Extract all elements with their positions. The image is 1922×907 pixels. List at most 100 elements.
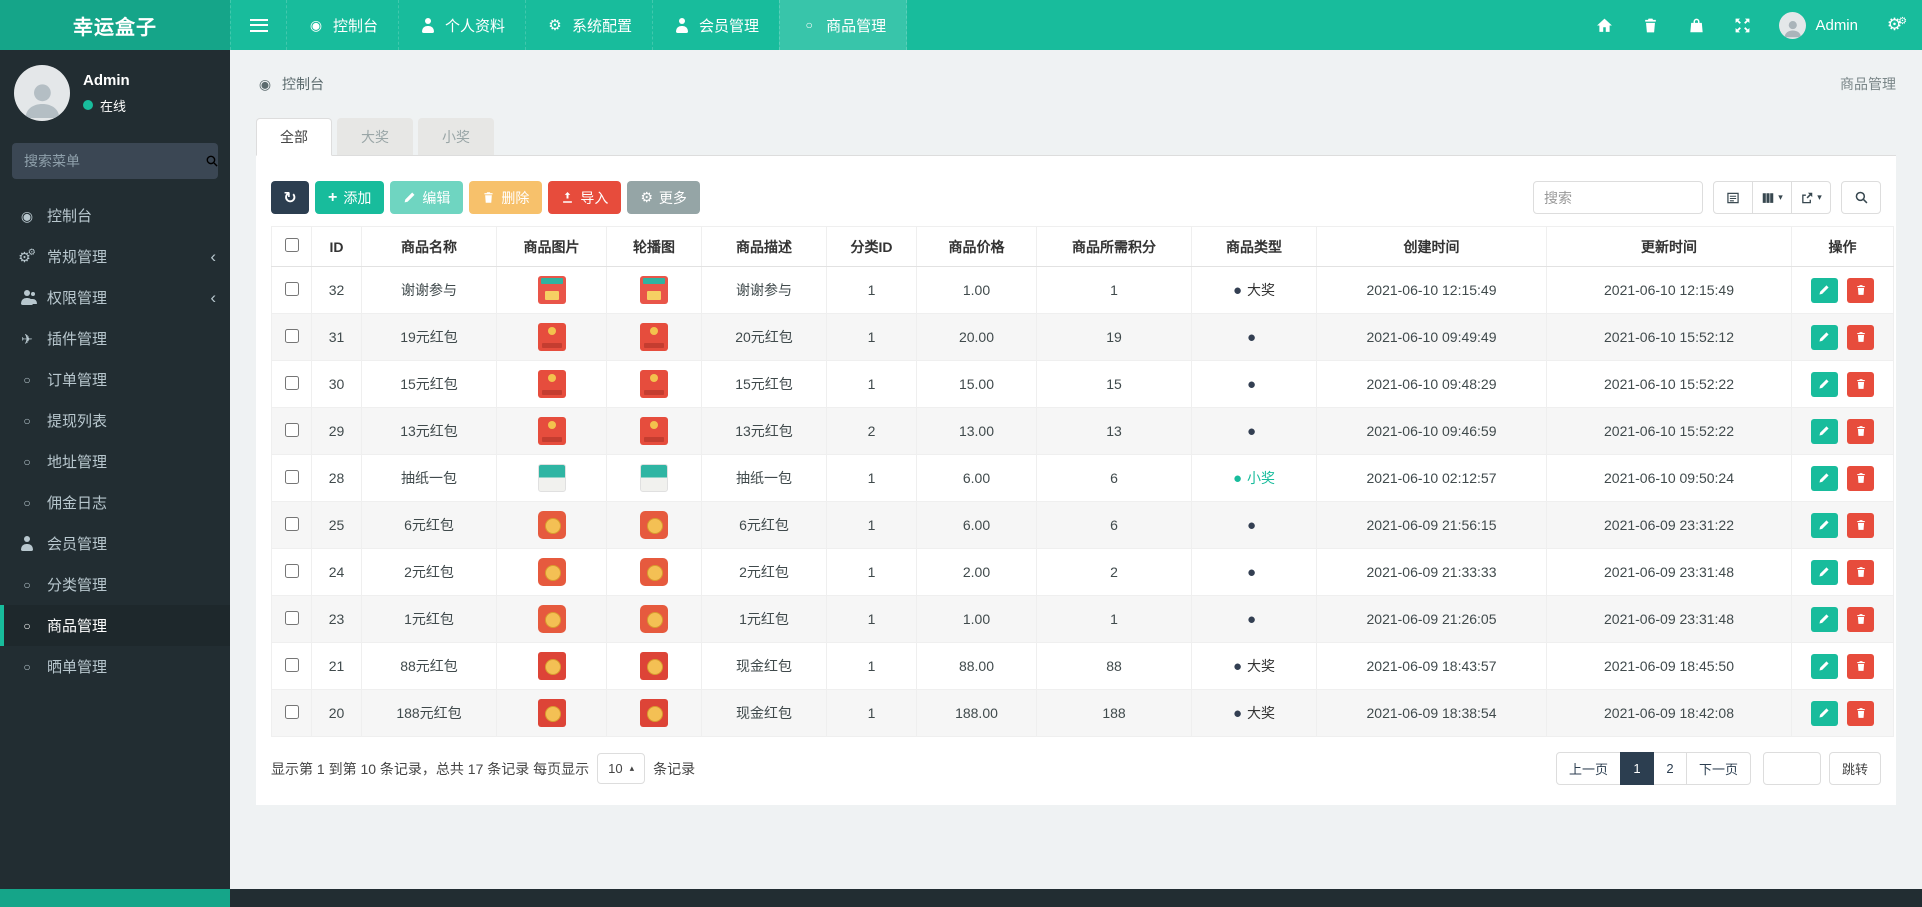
home-icon-button[interactable] bbox=[1581, 0, 1627, 50]
row-checkbox[interactable] bbox=[284, 610, 299, 625]
page-number-button[interactable]: 1 bbox=[1619, 752, 1654, 785]
page-number-button[interactable]: 2 bbox=[1652, 752, 1687, 785]
breadcrumb[interactable]: 控制台 bbox=[256, 74, 324, 94]
edit-button-toolbar[interactable]: 编辑 bbox=[390, 181, 464, 214]
edit-button[interactable] bbox=[1810, 653, 1838, 679]
topnav-item[interactable]: 系统配置 bbox=[525, 0, 652, 50]
edit-button[interactable] bbox=[1810, 559, 1838, 585]
row-checkbox[interactable] bbox=[284, 657, 299, 672]
edit-button[interactable] bbox=[1810, 465, 1838, 491]
search-submit-button[interactable] bbox=[1841, 181, 1881, 214]
sidebar-item[interactable]: 佣金日志 ‹ bbox=[0, 482, 230, 523]
row-checkbox[interactable] bbox=[284, 281, 299, 296]
delete-button[interactable] bbox=[1847, 418, 1875, 444]
settings-icon[interactable] bbox=[1872, 0, 1922, 50]
edit-button[interactable] bbox=[1810, 512, 1838, 538]
columns-button[interactable]: ▾ bbox=[1752, 181, 1792, 214]
page-size-select[interactable]: 10 ▴ bbox=[597, 753, 646, 784]
row-checkbox[interactable] bbox=[284, 375, 299, 390]
edit-button[interactable] bbox=[1810, 324, 1838, 350]
product-image-thumbnail[interactable] bbox=[537, 417, 566, 445]
shop-icon-button[interactable] bbox=[1673, 0, 1719, 50]
product-image-thumbnail[interactable] bbox=[537, 276, 566, 304]
tab[interactable]: 大奖 bbox=[337, 118, 413, 155]
row-checkbox[interactable] bbox=[284, 704, 299, 719]
carousel-image-thumbnail[interactable] bbox=[640, 323, 668, 351]
table-search-input[interactable] bbox=[1533, 181, 1703, 214]
product-image-thumbnail[interactable] bbox=[537, 464, 566, 492]
sidebar-item[interactable]: 权限管理 ‹ bbox=[0, 277, 230, 318]
carousel-image-thumbnail[interactable] bbox=[640, 605, 668, 633]
next-page-button[interactable]: 下一页 bbox=[1685, 752, 1751, 785]
select-all-checkbox[interactable] bbox=[284, 238, 299, 252]
topnav-item[interactable]: 控制台 bbox=[286, 0, 398, 50]
delete-button[interactable] bbox=[1847, 559, 1875, 585]
carousel-image-thumbnail[interactable] bbox=[640, 511, 668, 539]
edit-button[interactable] bbox=[1810, 371, 1838, 397]
jump-page-input[interactable] bbox=[1762, 752, 1821, 785]
row-checkbox[interactable] bbox=[284, 563, 299, 578]
carousel-image-thumbnail[interactable] bbox=[640, 699, 668, 727]
tab[interactable]: 全部 bbox=[256, 118, 332, 156]
more-button[interactable]: 更多 bbox=[627, 181, 700, 214]
prev-page-button[interactable]: 上一页 bbox=[1555, 752, 1621, 785]
sidebar-toggle-button[interactable] bbox=[230, 0, 286, 50]
carousel-image-thumbnail[interactable] bbox=[640, 464, 668, 492]
tab[interactable]: 小奖 bbox=[418, 118, 494, 155]
sidebar-item[interactable]: 控制台 ‹ bbox=[0, 195, 230, 236]
sidebar-item[interactable]: 晒单管理 ‹ bbox=[0, 646, 230, 687]
refresh-button[interactable]: ↻ bbox=[271, 181, 309, 214]
carousel-image-thumbnail[interactable] bbox=[640, 417, 668, 445]
row-checkbox[interactable] bbox=[284, 469, 299, 484]
topnav-item[interactable]: 个人资料 bbox=[398, 0, 525, 50]
row-checkbox[interactable] bbox=[284, 422, 299, 437]
sidebar-item[interactable]: 地址管理 ‹ bbox=[0, 441, 230, 482]
product-image-thumbnail[interactable] bbox=[537, 605, 566, 633]
product-image-thumbnail[interactable] bbox=[537, 699, 566, 727]
sidebar-item[interactable]: 商品管理 ‹ bbox=[0, 605, 230, 646]
delete-button-toolbar[interactable]: 删除 bbox=[469, 181, 543, 214]
topbar-user-menu[interactable]: Admin bbox=[1765, 0, 1872, 50]
delete-button[interactable] bbox=[1847, 277, 1875, 303]
carousel-image-thumbnail[interactable] bbox=[640, 652, 668, 680]
delete-button[interactable] bbox=[1847, 653, 1875, 679]
delete-button[interactable] bbox=[1847, 324, 1875, 350]
product-image-thumbnail[interactable] bbox=[537, 652, 566, 680]
topnav-item[interactable]: 商品管理 bbox=[779, 0, 908, 50]
delete-button[interactable] bbox=[1847, 465, 1875, 491]
edit-button[interactable] bbox=[1810, 700, 1838, 726]
import-button[interactable]: 导入 bbox=[548, 181, 622, 214]
delete-button[interactable] bbox=[1847, 700, 1875, 726]
carousel-image-thumbnail[interactable] bbox=[640, 558, 668, 586]
jump-button[interactable]: 跳转 bbox=[1828, 752, 1881, 785]
delete-button[interactable] bbox=[1847, 512, 1875, 538]
row-checkbox[interactable] bbox=[284, 328, 299, 343]
edit-button[interactable] bbox=[1810, 277, 1838, 303]
sidebar-item[interactable]: 订单管理 ‹ bbox=[0, 359, 230, 400]
delete-button[interactable] bbox=[1847, 606, 1875, 632]
product-image-thumbnail[interactable] bbox=[537, 511, 566, 539]
add-button[interactable]: + 添加 bbox=[315, 181, 385, 214]
edit-button[interactable] bbox=[1810, 606, 1838, 632]
delete-button[interactable] bbox=[1847, 371, 1875, 397]
sidebar-item[interactable]: 会员管理 ‹ bbox=[0, 523, 230, 564]
carousel-image-thumbnail[interactable] bbox=[640, 370, 668, 398]
product-image-thumbnail[interactable] bbox=[537, 370, 566, 398]
product-image-thumbnail[interactable] bbox=[537, 323, 566, 351]
clear-cache-icon-button[interactable] bbox=[1627, 0, 1673, 50]
export-button[interactable]: ▾ bbox=[1791, 181, 1831, 214]
sidebar-item[interactable]: 分类管理 ‹ bbox=[0, 564, 230, 605]
avatar[interactable] bbox=[14, 65, 70, 121]
sidebar-item[interactable]: 插件管理 ‹ bbox=[0, 318, 230, 359]
row-checkbox[interactable] bbox=[284, 516, 299, 531]
detail-view-button[interactable] bbox=[1713, 181, 1753, 214]
fullscreen-icon-button[interactable] bbox=[1719, 0, 1765, 50]
sidebar-search-input[interactable] bbox=[24, 153, 205, 169]
brand-logo[interactable]: 幸运盒子 bbox=[0, 0, 230, 50]
sidebar-item[interactable]: 常规管理 ‹ bbox=[0, 236, 230, 277]
edit-button[interactable] bbox=[1810, 418, 1838, 444]
product-image-thumbnail[interactable] bbox=[537, 558, 566, 586]
sidebar-item[interactable]: 提现列表 ‹ bbox=[0, 400, 230, 441]
topnav-item[interactable]: 会员管理 bbox=[652, 0, 779, 50]
carousel-image-thumbnail[interactable] bbox=[640, 276, 668, 304]
